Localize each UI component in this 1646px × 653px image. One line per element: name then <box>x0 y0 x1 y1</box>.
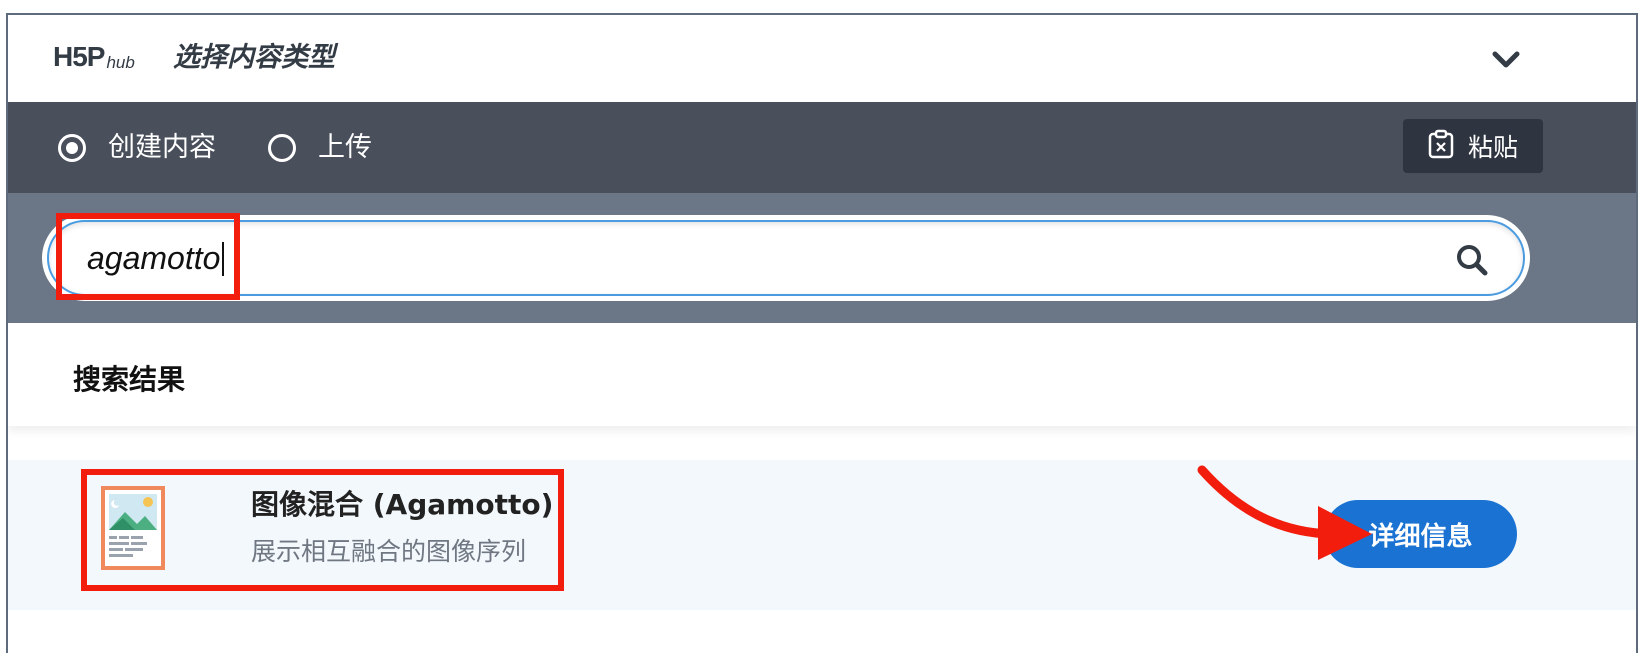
logo-sub: hub <box>106 53 135 72</box>
radio-unselected-icon <box>268 133 296 162</box>
clipboard-icon <box>1428 129 1454 163</box>
search-band <box>8 193 1636 323</box>
mode-tabbar: 创建内容 上传 粘贴 <box>8 102 1636 193</box>
search-input[interactable] <box>87 222 1387 294</box>
search-field[interactable] <box>47 220 1525 296</box>
chevron-down-icon[interactable] <box>1486 45 1526 75</box>
logo-mark: H5P <box>53 41 105 72</box>
paste-label: 粘贴 <box>1467 133 1518 162</box>
result-description: 展示相互融合的图像序列 <box>251 537 527 566</box>
upload-label: 上传 <box>318 131 372 163</box>
upload-radio[interactable]: 上传 <box>268 102 372 193</box>
create-content-label: 创建内容 <box>108 131 216 163</box>
text-caret <box>222 242 224 276</box>
hub-header[interactable]: H5P hub 选择内容类型 <box>8 15 1636 102</box>
image-blend-icon <box>101 486 165 570</box>
h5p-hub-panel: H5P hub 选择内容类型 创建内容 上传 粘贴 agamotto 搜索结果 … <box>6 13 1638 653</box>
results-title: 搜索结果 <box>73 363 186 396</box>
details-button[interactable]: 详细信息 <box>1324 500 1517 568</box>
results-header: 搜索结果 <box>8 323 1636 426</box>
list-item[interactable]: 图像混合 (Agamotto) 展示相互融合的图像序列 详细信息 <box>8 460 1636 610</box>
radio-selected-icon <box>58 133 86 162</box>
result-title: 图像混合 (Agamotto) <box>251 488 554 521</box>
search-box <box>42 215 1530 301</box>
paste-button[interactable]: 粘贴 <box>1403 119 1543 173</box>
result-list: 图像混合 (Agamotto) 展示相互融合的图像序列 详细信息 <box>8 426 1636 653</box>
search-icon[interactable] <box>1454 242 1490 278</box>
h5p-hub-logo: H5P hub <box>53 41 135 72</box>
header-title: 选择内容类型 <box>173 42 335 73</box>
create-content-radio[interactable]: 创建内容 <box>58 102 216 193</box>
